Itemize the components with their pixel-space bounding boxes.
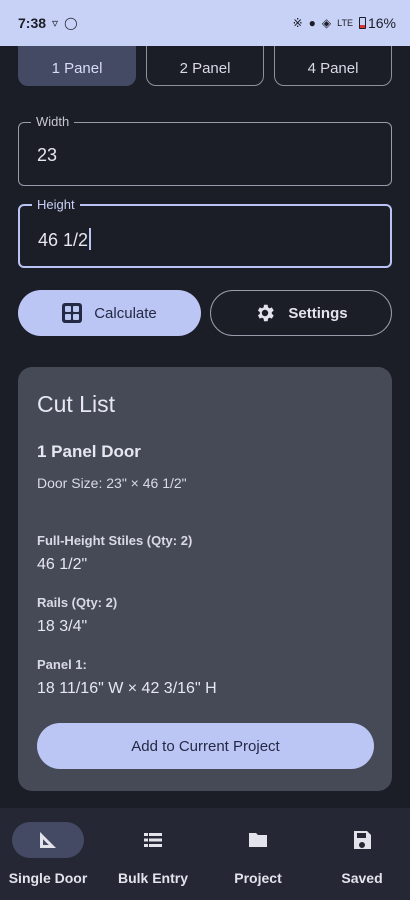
wifi-icon: ◈ (321, 16, 332, 30)
width-field[interactable]: Width 23 (18, 114, 392, 186)
battery-cell (358, 17, 366, 29)
nav-label-single-door: Single Door (8, 870, 88, 886)
list-icon (144, 833, 162, 847)
calculator-icon (62, 303, 83, 323)
text-caret (89, 228, 92, 250)
battery-level: 16% (367, 15, 396, 31)
nav-label-saved: Saved (341, 870, 383, 886)
nav-saved[interactable]: Saved (312, 822, 410, 894)
add-to-project-button[interactable]: Add to Current Project (37, 723, 374, 769)
settings-button[interactable]: Settings (210, 290, 392, 336)
sync-icon: ◯ (64, 16, 78, 30)
location-icon: ● (308, 16, 316, 30)
cut-list-card: Cut List 1 Panel Door Door Size: 23" × 4… (18, 367, 392, 791)
battery-icon: 16% (358, 15, 396, 31)
height-value: 46 1/2 (38, 230, 89, 250)
segment-4-panel[interactable]: 4 Panel (274, 46, 392, 86)
bluetooth-icon: ※ (292, 16, 303, 30)
status-bar: 7:38 ▿ ◯ ※ ● ◈ LTE 16% (0, 0, 410, 46)
rails-label: Rails (Qty: 2) (37, 595, 118, 610)
calculate-button[interactable]: Calculate (18, 290, 201, 336)
nav-pill-saved (326, 822, 398, 858)
bottom-navigation: Single Door Bulk Entry Project Saved (0, 808, 410, 900)
segment-1-panel[interactable]: 1 Panel (18, 46, 136, 86)
status-right: ※ ● ◈ LTE 16% (293, 15, 396, 31)
status-left: 7:38 ▿ ◯ (18, 15, 78, 31)
height-label: Height (32, 197, 80, 212)
calculate-label: Calculate (94, 304, 157, 322)
door-type: 1 Panel Door (37, 442, 141, 461)
panel-count-selector: 1 Panel 2 Panel 4 Panel (18, 46, 392, 86)
signal-label: LTE (337, 17, 353, 28)
height-value-wrap: 46 1/2 (38, 228, 92, 251)
rails-value: 18 3/4" (37, 618, 88, 635)
door-size: Door Size: 23" × 46 1/2" (37, 475, 187, 491)
height-field[interactable]: Height 46 1/2 (18, 197, 392, 268)
stiles-label: Full-Height Stiles (Qty: 2) (37, 533, 193, 548)
save-icon (354, 831, 371, 849)
nav-bulk-entry[interactable]: Bulk Entry (103, 822, 203, 894)
gear-icon (258, 304, 275, 322)
stiles-value: 46 1/2" (37, 556, 88, 573)
cut-list-title: Cut List (37, 391, 115, 417)
nav-project[interactable]: Project (208, 822, 308, 894)
segment-2-panel[interactable]: 2 Panel (146, 46, 264, 86)
width-label: Width (31, 114, 75, 129)
nav-pill-single-door (12, 822, 84, 858)
panel-value: 18 11/16" W × 42 3/16" H (37, 680, 217, 697)
nav-pill-project (222, 822, 294, 858)
panel-label: Panel 1: (37, 657, 87, 672)
width-value: 23 (37, 145, 58, 165)
nav-label-bulk-entry: Bulk Entry (117, 870, 188, 886)
wifi-notification-icon: ▿ (52, 16, 59, 30)
ruler-triangle-icon (40, 832, 56, 848)
nav-single-door[interactable]: Single Door (0, 822, 98, 894)
nav-label-project: Project (234, 870, 282, 886)
status-time: 7:38 (18, 15, 47, 31)
nav-pill-bulk-entry (117, 822, 189, 858)
folder-icon (249, 833, 267, 847)
settings-label: Settings (288, 304, 348, 322)
